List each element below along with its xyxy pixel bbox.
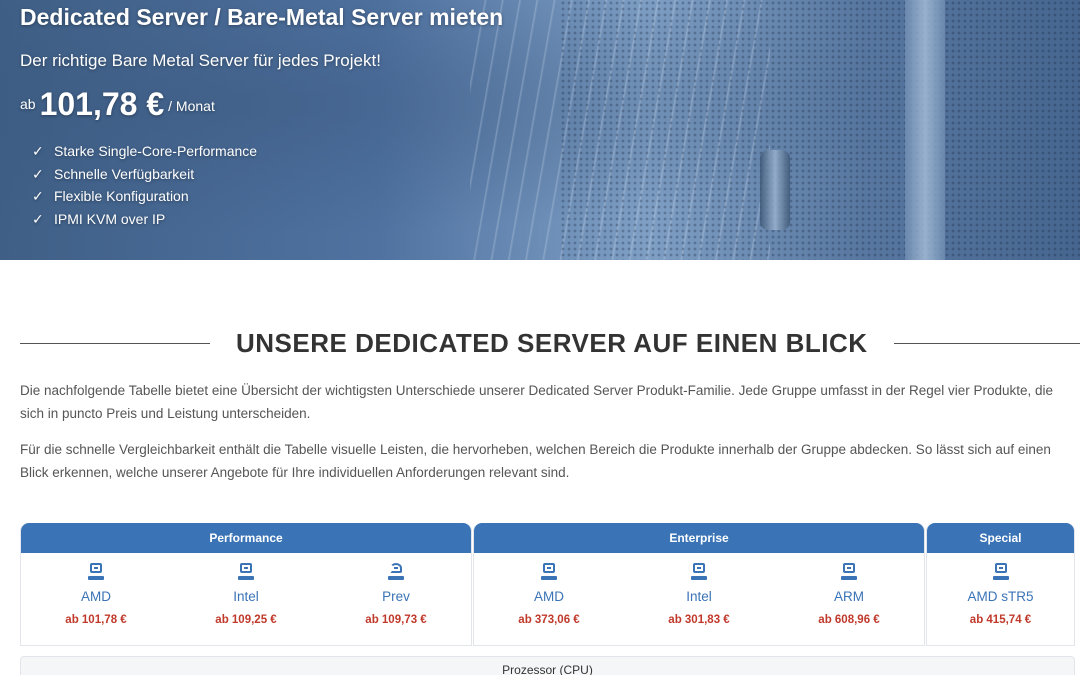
group-performance: Performance AMD ab 101,78 € Intel ab 109… [20,523,472,646]
section-title: UNSERE DEDICATED SERVER AUF EINEN BLICK [236,327,868,358]
feature-item: ✓ IPMI KVM over IP [32,210,257,233]
check-icon: ✓ [32,143,44,159]
group-header: Enterprise [474,523,924,553]
product-price: ab 301,83 € [668,614,730,626]
table-row-label: Prozessor (CPU) [20,656,1075,675]
hero-background-rack-mesh [560,0,1080,260]
product-name[interactable]: Prev [382,589,410,604]
group-header: Performance [21,523,471,553]
row-label: Prozessor (CPU) [502,663,593,675]
hero-subtitle: Der richtige Bare Metal Server für jedes… [20,51,381,70]
price-amount: 101,78 € [39,86,165,122]
feature-label: IPMI KVM over IP [54,211,166,228]
product-name[interactable]: AMD [534,589,564,604]
intro-paragraph: Die nachfolgende Tabelle bietet eine Übe… [20,383,1054,421]
product-price: ab 101,78 € [65,614,127,626]
feature-item: ✓ Starke Single-Core-Performance [32,142,257,165]
intro-paragraph: Für die schnelle Vergleichbarkeit enthäl… [20,442,1051,480]
product-price: ab 608,96 € [818,614,880,626]
refresh-server-icon [388,563,404,581]
product-price: ab 109,73 € [365,614,427,626]
hero-price: ab 101,78 € / Monat [20,86,215,123]
server-icon [88,563,104,581]
heading-divider-right [893,342,1080,344]
product-card[interactable]: AMD ab 101,78 € [21,553,171,646]
section-heading: UNSERE DEDICATED SERVER AUF EINEN BLICK [20,326,1080,360]
hero-background-rack-bar [905,0,945,260]
product-name[interactable]: AMD [81,589,111,604]
server-icon [541,563,557,581]
product-price: ab 109,25 € [215,614,277,626]
hero-feature-list: ✓ Starke Single-Core-Performance ✓ Schnell… [32,142,257,233]
product-name[interactable]: AMD sTR5 [967,589,1033,604]
product-card[interactable]: ARM ab 608,96 € [774,553,924,646]
product-card[interactable]: AMD ab 373,06 € [474,553,624,646]
group-special: Special AMD sTR5 ab 415,74 € [926,523,1075,646]
feature-label: Starke Single-Core-Performance [54,143,258,159]
product-name[interactable]: Intel [686,589,712,604]
product-name[interactable]: ARM [834,589,864,604]
check-icon: ✓ [32,188,44,205]
feature-label: Flexible Konfiguration [54,188,189,205]
product-price: ab 373,06 € [518,614,580,626]
product-card[interactable]: AMD sTR5 ab 415,74 € [927,553,1074,646]
price-prefix: ab [20,96,36,112]
hero-background-rack-handle [760,150,790,230]
product-card[interactable]: Intel ab 109,25 € [171,553,321,646]
feature-item: ✓ Flexible Konfiguration [32,187,257,210]
check-icon: ✓ [32,165,44,182]
server-icon [238,563,254,581]
check-icon: ✓ [32,211,44,228]
feature-label: Schnelle Verfügbarkeit [54,165,195,182]
group-header: Special [927,523,1074,553]
feature-item: ✓ Schnelle Verfügbarkeit [32,165,257,188]
product-card[interactable]: Prev ab 109,73 € [321,553,471,646]
server-icon [992,563,1009,581]
heading-divider-left [20,342,210,344]
hero-title: Dedicated Server / Bare-Metal Server mie… [20,4,504,30]
product-name[interactable]: Intel [233,589,259,604]
server-icon [841,563,857,581]
server-icon [691,563,707,581]
product-card[interactable]: Intel ab 301,83 € [624,553,774,646]
group-enterprise: Enterprise AMD ab 373,06 € Intel ab 301,… [473,523,925,646]
product-price: ab 415,74 € [969,614,1032,626]
price-period: / Monat [168,98,215,114]
hero-banner: Dedicated Server / Bare-Metal Server mie… [0,0,1080,260]
